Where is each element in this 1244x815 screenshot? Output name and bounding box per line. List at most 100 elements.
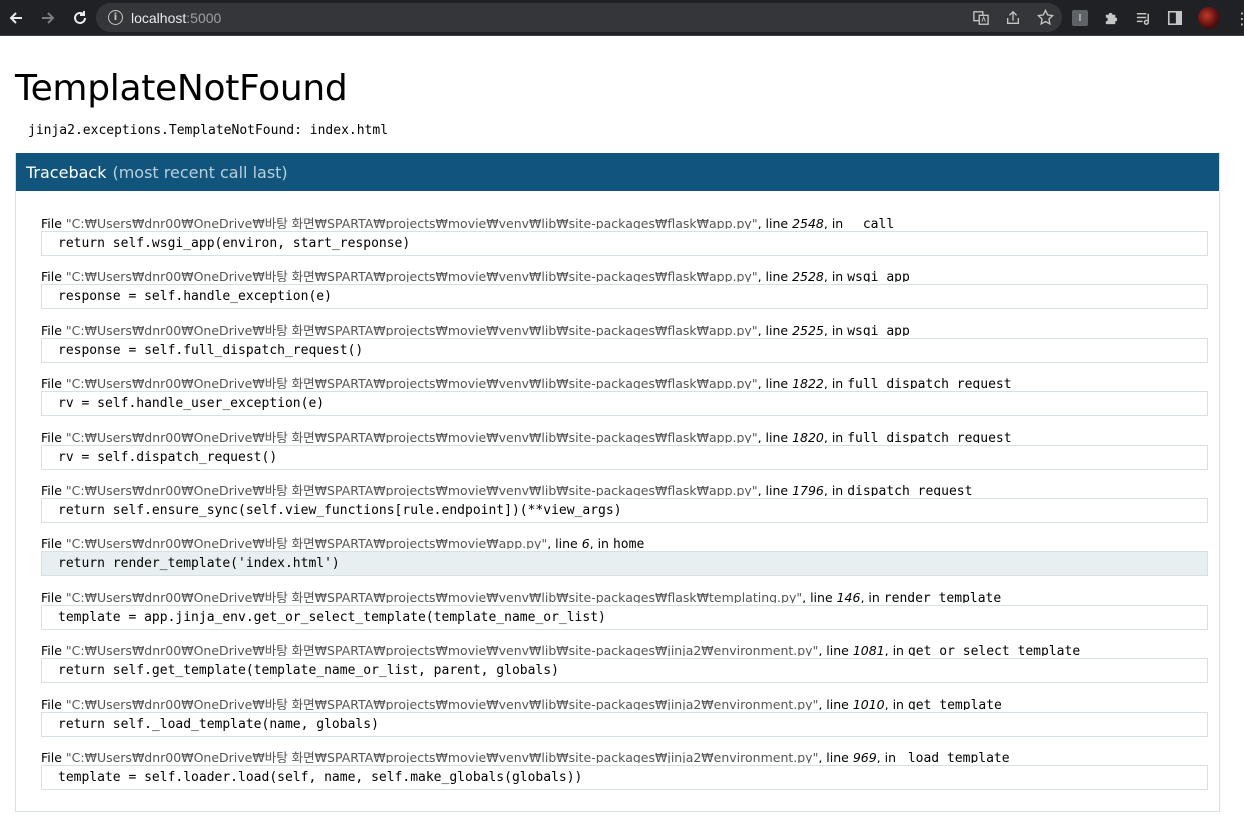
extensions-area: I ⋮ [1072, 0, 1244, 36]
frame-filename: "C:₩Users₩dnr00₩OneDrive₩바탕 화면₩SPARTA₩pr… [65, 429, 758, 443]
frame-location: File "C:₩Users₩dnr00₩OneDrive₩바탕 화면₩SPAR… [41, 320, 1209, 336]
line-label: , line [818, 696, 853, 710]
traceback-frame: File "C:₩Users₩dnr00₩OneDrive₩바탕 화면₩SPAR… [41, 373, 1209, 426]
traceback-frames: File "C:₩Users₩dnr00₩OneDrive₩바탕 화면₩SPAR… [16, 191, 1219, 811]
traceback-frame: File "C:₩Users₩dnr00₩OneDrive₩바탕 화면₩SPAR… [41, 427, 1209, 480]
frame-function-name: dispatch_request [847, 483, 973, 496]
code-line[interactable]: return self._load_template(name, globals… [41, 711, 1208, 737]
forward-button[interactable] [32, 2, 64, 34]
code-line[interactable]: template = self.loader.load(self, name, … [41, 764, 1208, 790]
frame-function-name: get_or_select_template [907, 644, 1081, 657]
frame-function-name: full_dispatch_request [847, 377, 1012, 390]
code-line[interactable]: return self.ensure_sync(self.view_functi… [41, 497, 1208, 523]
traceback-frame: File "C:₩Users₩dnr00₩OneDrive₩바탕 화면₩SPAR… [41, 213, 1209, 266]
line-label: , line [757, 482, 793, 496]
code-line[interactable]: response = self.handle_exception(e) [41, 284, 1208, 310]
frame-function-name: __call__ [847, 217, 910, 229]
file-label: File [41, 216, 66, 229]
frame-line-number: 1822 [792, 376, 824, 390]
code-line[interactable]: return self.get_template(template_name_o… [41, 658, 1208, 684]
frame-function-name: render_template [883, 590, 1002, 603]
in-label: , in [823, 429, 848, 443]
frame-line-number: 6 [581, 536, 590, 550]
code-line[interactable]: template = app.jinja_env.get_or_select_t… [41, 604, 1208, 630]
in-label: , in [823, 482, 848, 496]
file-label: File [41, 536, 66, 550]
traceback-frame: File "C:₩Users₩dnr00₩OneDrive₩바탕 화면₩SPAR… [41, 320, 1209, 373]
in-label: , in [823, 322, 848, 336]
line-label: , line [757, 269, 793, 283]
translate-icon[interactable] [972, 9, 990, 27]
in-label: , in [823, 376, 848, 390]
kebab-menu-icon[interactable]: ⋮ [1234, 9, 1244, 28]
traceback-header: Traceback (most recent call last) [16, 153, 1219, 191]
current-code-line[interactable]: return render_template('index.html') [41, 551, 1208, 577]
traceback-frame: File "C:₩Users₩dnr00₩OneDrive₩바탕 화면₩SPAR… [41, 587, 1209, 640]
in-label: , in [884, 643, 908, 657]
frame-filename: "C:₩Users₩dnr00₩OneDrive₩바탕 화면₩SPARTA₩pr… [65, 696, 819, 710]
site-info-icon[interactable]: i [108, 10, 123, 25]
puzzle-icon[interactable] [1102, 9, 1120, 27]
frame-filename: "C:₩Users₩dnr00₩OneDrive₩바탕 화면₩SPARTA₩pr… [65, 269, 758, 283]
side-panel-icon[interactable] [1166, 9, 1184, 27]
traceback-frame: File "C:₩Users₩dnr00₩OneDrive₩바탕 화면₩SPAR… [41, 266, 1209, 319]
address-bar[interactable]: i localhost:5000 [96, 3, 1062, 32]
frame-location: File "C:₩Users₩dnr00₩OneDrive₩바탕 화면₩SPAR… [41, 694, 1209, 710]
bookmark-star-icon[interactable] [1036, 9, 1054, 27]
frame-line-number: 2548 [792, 216, 824, 229]
line-label: , line [802, 589, 837, 603]
line-label: , line [547, 536, 582, 550]
error-page: TemplateNotFound jinja2.exceptions.Templ… [15, 36, 1220, 812]
code-line[interactable]: response = self.full_dispatch_request() [41, 337, 1208, 363]
traceback-frame: File "C:₩Users₩dnr00₩OneDrive₩바탕 화면₩SPAR… [41, 747, 1209, 800]
frame-function-name: wsgi_app [847, 270, 910, 283]
line-label: , line [757, 322, 793, 336]
traceback-title: Traceback [26, 162, 107, 182]
frame-location: File "C:₩Users₩dnr00₩OneDrive₩바탕 화면₩SPAR… [41, 587, 1209, 603]
frame-line-number: 1010 [852, 696, 885, 710]
page-title: TemplateNotFound [15, 68, 348, 109]
share-icon[interactable] [1004, 9, 1022, 27]
traceback-frame: File "C:₩Users₩dnr00₩OneDrive₩바탕 화면₩SPAR… [41, 640, 1209, 693]
frame-filename: "C:₩Users₩dnr00₩OneDrive₩바탕 화면₩SPARTA₩pr… [65, 749, 819, 763]
in-label: , in [876, 749, 900, 763]
frame-line-number: 969 [852, 749, 877, 763]
reload-button[interactable] [64, 2, 96, 34]
line-label: , line [818, 643, 853, 657]
address-bar-actions [972, 3, 1054, 32]
code-line[interactable]: rv = self.dispatch_request() [41, 444, 1208, 470]
code-line[interactable]: return self.wsgi_app(environ, start_resp… [41, 231, 1208, 256]
browser-toolbar: i localhost:5000 I ⋮ [0, 0, 1244, 36]
frame-location: File "C:₩Users₩dnr00₩OneDrive₩바탕 화면₩SPAR… [41, 213, 1209, 229]
frame-line-number: 2525 [792, 322, 824, 336]
file-label: File [41, 269, 66, 283]
file-label: File [41, 429, 66, 443]
frame-function-name: full_dispatch_request [847, 430, 1012, 443]
in-label: , in [823, 269, 848, 283]
extension-icon[interactable]: I [1072, 10, 1088, 26]
frame-line-number: 1796 [792, 482, 824, 496]
file-label: File [41, 482, 66, 496]
profile-avatar[interactable] [1198, 7, 1220, 29]
frame-line-number: 1081 [852, 643, 885, 657]
in-label: , in [884, 696, 908, 710]
reading-list-icon[interactable] [1134, 9, 1152, 27]
in-label: , in [589, 536, 613, 550]
frame-location: File "C:₩Users₩dnr00₩OneDrive₩바탕 화면₩SPAR… [41, 640, 1209, 656]
line-label: , line [757, 216, 793, 229]
file-label: File [41, 589, 66, 603]
frame-line-number: 2528 [792, 269, 824, 283]
code-line[interactable]: rv = self.handle_user_exception(e) [41, 391, 1208, 417]
back-button[interactable] [0, 2, 32, 34]
file-label: File [41, 322, 66, 336]
frame-location: File "C:₩Users₩dnr00₩OneDrive₩바탕 화면₩SPAR… [41, 266, 1209, 282]
frame-filename: "C:₩Users₩dnr00₩OneDrive₩바탕 화면₩SPARTA₩pr… [65, 643, 819, 657]
frame-function-name: get_template [907, 697, 1002, 710]
error-message: jinja2.exceptions.TemplateNotFound: inde… [28, 123, 389, 138]
reload-icon [74, 10, 86, 24]
frame-filename: "C:₩Users₩dnr00₩OneDrive₩바탕 화면₩SPARTA₩pr… [65, 216, 758, 229]
file-label: File [41, 643, 66, 657]
frame-location: File "C:₩Users₩dnr00₩OneDrive₩바탕 화면₩SPAR… [41, 533, 1209, 549]
url-port: :5000 [186, 9, 222, 26]
frame-location: File "C:₩Users₩dnr00₩OneDrive₩바탕 화면₩SPAR… [41, 747, 1209, 763]
